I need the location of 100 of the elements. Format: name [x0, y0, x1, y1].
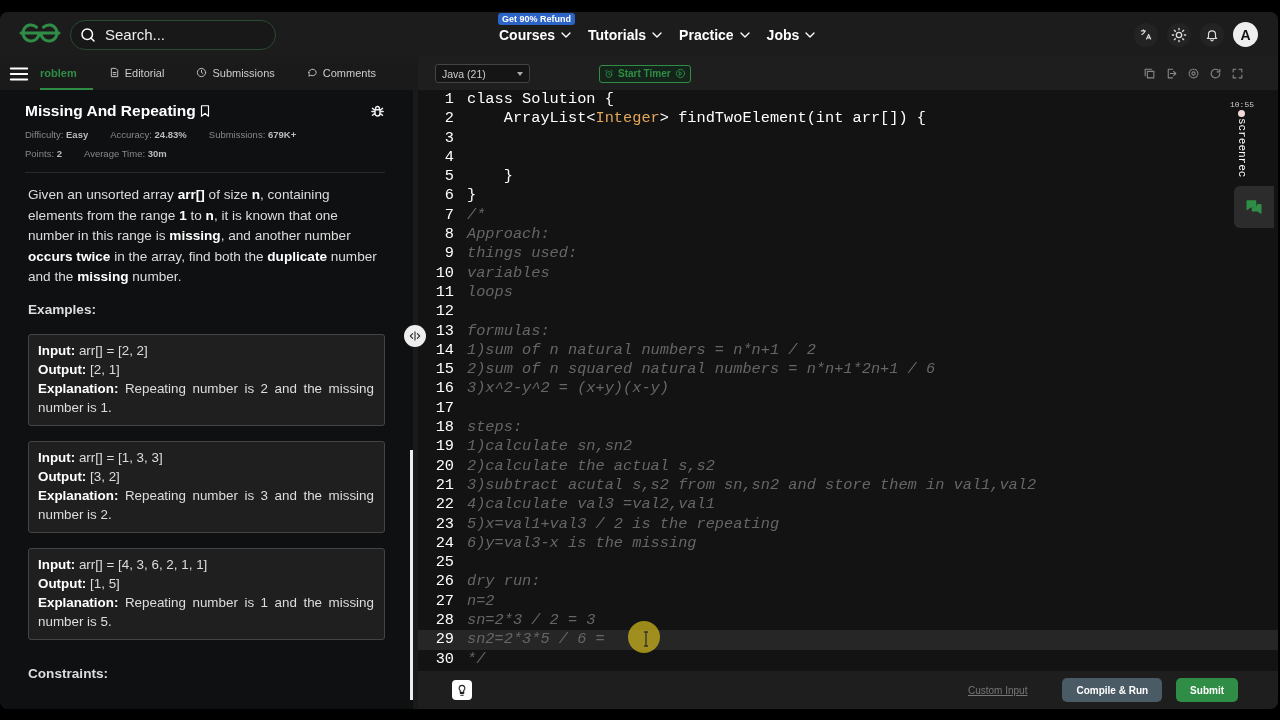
avatar[interactable]: A: [1233, 22, 1258, 47]
code-line: dry run:: [467, 572, 541, 592]
speech-bubble-icon: [306, 67, 318, 78]
line-number: 18: [434, 418, 454, 438]
line-number: 30: [434, 649, 454, 669]
example-output-text: Output: [3, 2]: [38, 467, 121, 486]
alarm-icon: [604, 68, 614, 79]
code-line: /*: [467, 205, 486, 226]
line-number: 4: [443, 147, 454, 168]
code-line: }: [502, 167, 513, 187]
language-select[interactable]: Java (21): [435, 64, 530, 83]
code-line: 3)subtract acutal s,s2 from sn,sn2 and store them in val1,val2: [467, 475, 1037, 496]
code-line: loops: [467, 282, 513, 303]
code-line: sn=2*3 / 2 = 3: [467, 611, 596, 631]
line-number: 21: [434, 475, 454, 496]
example-explanation-text: Explanation: Repeating number is 2 and the missing number is 1.: [38, 379, 374, 417]
code-line: n=2: [467, 591, 495, 611]
code-line: */: [467, 649, 486, 669]
problem-tab[interactable]: Comments: [306, 57, 392, 90]
hint-button[interactable]: [452, 680, 472, 700]
problem-stat: Submissions: 679K+: [208, 129, 297, 140]
theme-toggle[interactable]: [1167, 22, 1191, 47]
notification-button[interactable]: [1200, 22, 1224, 47]
problem-tab[interactable]: roblem: [40, 57, 93, 90]
line-number: 22: [434, 495, 454, 515]
line-number: 20: [434, 456, 454, 476]
problem-stat: Accuracy: 24.83%: [110, 129, 187, 140]
custom-input-link[interactable]: Custom Input: [961, 683, 1034, 697]
dropdown-arrow-icon: [517, 71, 523, 76]
line-number: 23: [434, 514, 454, 534]
mouse-cursor-highlight-icon: [627, 620, 661, 654]
bell-icon: [1205, 27, 1219, 42]
import-icon[interactable]: [1165, 67, 1178, 80]
line-number: 29: [434, 630, 454, 650]
nav-menu-item[interactable]: Practice: [679, 26, 753, 43]
problem-stat: Average Time: 30m: [84, 148, 167, 159]
line-number: 13: [434, 321, 454, 341]
example-input-text: Input: arr[] = [4, 3, 6, 2, 1, 1]: [38, 555, 209, 574]
example-input-text: Input: arr[] = [2, 2]: [38, 341, 149, 360]
line-number: 1: [443, 90, 454, 110]
example-output-text: Output: [2, 1]: [38, 360, 121, 379]
line-number: 7: [443, 205, 454, 226]
problem-tab[interactable]: Submissions: [196, 57, 291, 90]
section-heading: Examples:: [28, 301, 97, 317]
search-field[interactable]: Search...: [70, 19, 276, 50]
problem-tab[interactable]: Editorial: [108, 57, 181, 90]
code-line: Approach:: [467, 225, 550, 245]
line-number: 16: [434, 379, 454, 399]
submit-button[interactable]: Submit: [1176, 678, 1238, 702]
chat-button[interactable]: [1234, 186, 1274, 228]
line-number: 3: [443, 128, 454, 148]
line-number: 10: [434, 263, 454, 283]
code-line: 3)x^2-y^2 = (x+y)(x-y): [467, 379, 669, 399]
scrollbar[interactable]: [410, 450, 413, 700]
settings-icon[interactable]: [1187, 67, 1200, 80]
clock-icon: [196, 67, 208, 78]
line-number: 6: [443, 186, 454, 206]
fullscreen-icon[interactable]: [1231, 67, 1244, 80]
example-output-text: Output: [1, 5]: [38, 574, 121, 593]
code-line: }: [467, 186, 477, 206]
recorder-label: screenrec: [1236, 118, 1248, 178]
chat-bubbles-icon: [1245, 198, 1263, 216]
bug-icon[interactable]: [370, 103, 385, 119]
code-line: 2)sum of n squared natural numbers = n*n+1*2n+1 / 6: [467, 360, 936, 380]
compile-run-button[interactable]: Compile & Run: [1062, 678, 1163, 702]
example-explanation-text: Explanation: Repeating number is 1 and the missing number is 5.: [38, 593, 374, 631]
line-number: 24: [434, 533, 454, 554]
sun-icon: [1171, 26, 1187, 43]
refund-badge: Get 90% Refund: [498, 12, 575, 25]
copy-icon[interactable]: [1143, 67, 1156, 80]
recording-time: 10:55: [1230, 100, 1254, 109]
recording-dot-icon: [1238, 110, 1246, 117]
code-line: 5)x=val1+val3 / 2 is the repeating: [467, 514, 780, 534]
code-line: 4)calculate val3 =val2,val1: [467, 495, 715, 515]
line-number: 8: [443, 225, 454, 245]
start-timer-button[interactable]: Start Timer: [599, 64, 691, 83]
play-icon: [674, 68, 686, 79]
code-line: formulas:: [467, 321, 550, 341]
problem-stat: Points: 2: [25, 148, 62, 159]
problem-title: Missing And Repeating: [25, 102, 212, 120]
line-number: 12: [434, 302, 454, 322]
line-number: 9: [443, 244, 454, 264]
line-number: 14: [434, 340, 454, 361]
nav-menu-item[interactable]: Tutorials: [588, 26, 666, 43]
code-line: sn2=2*3*5 / 6 =: [467, 630, 605, 650]
line-number: 26: [434, 572, 454, 592]
nav-menu-item[interactable]: Courses: [499, 26, 575, 43]
line-number: 19: [434, 437, 454, 457]
problem-description: Given an unsorted array arr[] of size n, containing elements from the range 1 to n, it is known that one number in this range is missing, and another number occurs twice in the array, find both the duplicate number and the missing number.: [28, 186, 378, 286]
reset-icon[interactable]: [1209, 67, 1222, 80]
translate-button[interactable]: [1134, 22, 1158, 47]
nav-menu-item[interactable]: Jobs: [766, 26, 819, 43]
code-line: 2)calculate the actual s,s2: [467, 456, 715, 476]
code-line: variables: [467, 263, 550, 283]
line-number: 25: [434, 553, 454, 573]
translate-icon: [1139, 27, 1153, 42]
line-number: 11: [434, 282, 454, 303]
resize-icon: [408, 329, 422, 343]
line-number: 27: [434, 591, 454, 611]
code-line: things used:: [467, 244, 578, 264]
